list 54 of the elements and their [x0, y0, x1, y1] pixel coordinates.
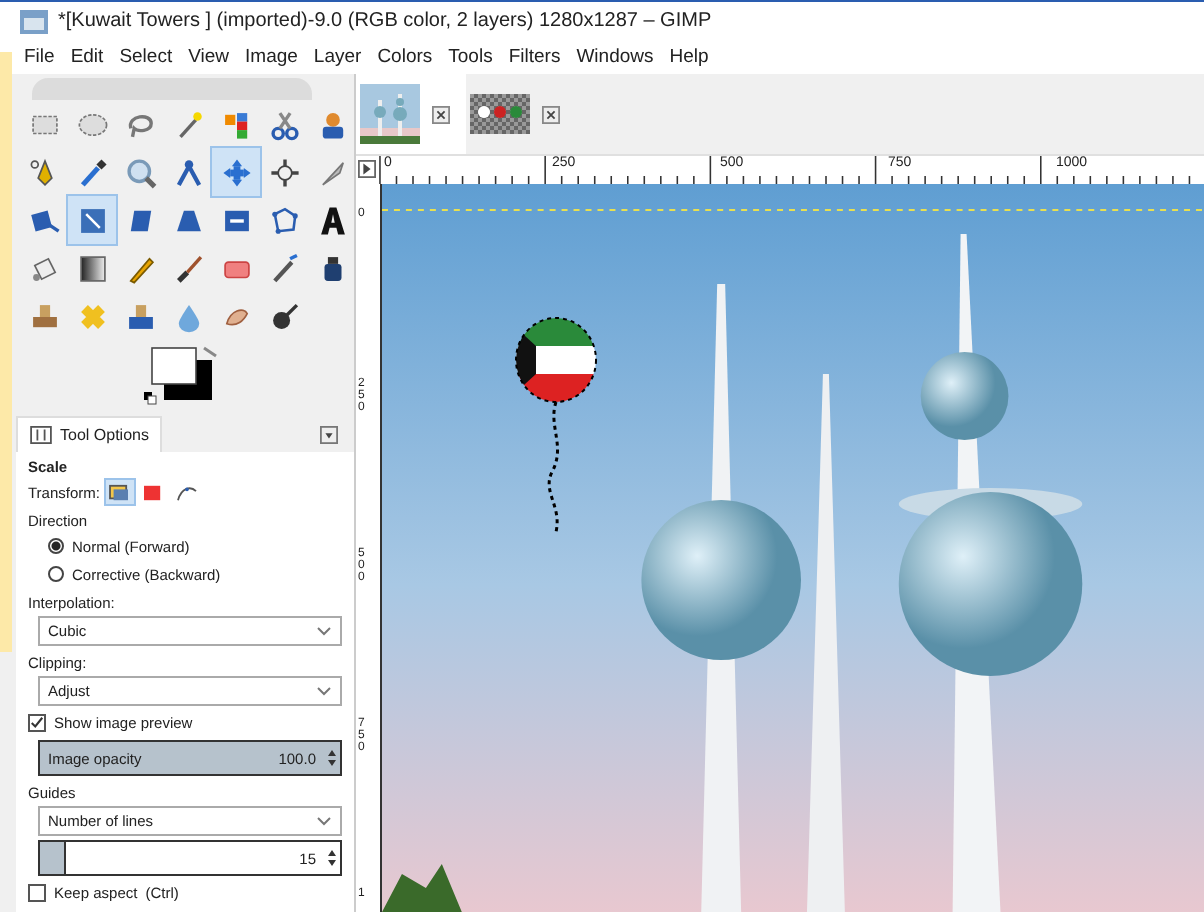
- scale-icon: [75, 203, 109, 237]
- menu-item[interactable]: View: [188, 46, 230, 68]
- menu-item[interactable]: Filters: [508, 46, 561, 68]
- eyedropper-icon: [75, 155, 109, 189]
- spin-arrows-icon: [326, 846, 338, 870]
- radio-button[interactable]: [48, 538, 64, 554]
- gradient-icon: [75, 251, 109, 285]
- radio-button[interactable]: [48, 566, 64, 582]
- selection-icon: [142, 483, 165, 501]
- paintbrush-icon: [171, 251, 205, 285]
- menu-item[interactable]: Select: [119, 46, 173, 68]
- color-select-icon: [219, 107, 253, 141]
- menu-item[interactable]: Layer: [313, 46, 362, 68]
- stamp-icon: [27, 299, 61, 333]
- cage-icon: [267, 203, 301, 237]
- burn-icon: [267, 299, 301, 333]
- letter-shape-icon: [315, 203, 349, 237]
- airbrush-icon: [267, 251, 301, 285]
- transform-mode-button[interactable]: [105, 480, 134, 504]
- layer-icon: [108, 483, 131, 501]
- scissors-icon: [267, 107, 301, 141]
- navigate-icon[interactable]: [358, 160, 376, 178]
- panel-menu-icon[interactable]: [320, 425, 338, 443]
- tab-label: Tool Options: [60, 426, 149, 444]
- menu-item[interactable]: Colors: [377, 46, 433, 68]
- close-icon[interactable]: [432, 105, 450, 123]
- stamp-perspective-icon: [123, 299, 157, 333]
- chevron-down-icon: [316, 626, 332, 636]
- four-way-arrows-icon: [219, 155, 253, 189]
- menu-item[interactable]: Tools: [448, 46, 493, 68]
- checkmark-icon: [30, 716, 44, 730]
- checkbox[interactable]: [28, 714, 46, 732]
- checkbox[interactable]: [28, 884, 46, 902]
- chevron-down-icon: [316, 686, 332, 696]
- close-icon[interactable]: [542, 105, 560, 123]
- align-icon: [267, 155, 301, 189]
- towers-thumbnail: [360, 80, 420, 148]
- path-icon: [176, 483, 199, 501]
- bandage-icon: [75, 299, 109, 333]
- compass-icon: [171, 155, 205, 189]
- chevron-down-icon: [316, 816, 332, 826]
- sliders-icon: [30, 426, 52, 444]
- app-icon: [20, 9, 48, 33]
- tool-options-tab[interactable]: Tool Options: [16, 415, 163, 453]
- image-tab[interactable]: [356, 74, 466, 154]
- menu-item[interactable]: Help: [669, 46, 709, 68]
- menu-item[interactable]: Edit: [70, 46, 104, 68]
- window-title: *[Kuwait Towers ] (imported)-9.0 (RGB color, 2 layers) 1280x1287 – GIMP: [58, 10, 712, 32]
- spin-arrows-icon: [326, 746, 338, 770]
- menu-item[interactable]: File: [24, 46, 55, 68]
- menu-item[interactable]: Image: [245, 46, 298, 68]
- magnifier-icon: [123, 155, 157, 189]
- menu-item[interactable]: Windows: [576, 46, 654, 68]
- balloons-thumbnail: [470, 92, 530, 136]
